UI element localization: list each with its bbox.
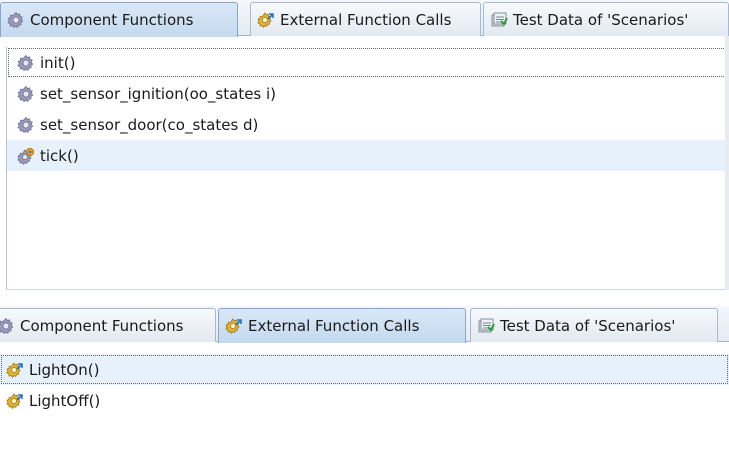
gear-icon [17,85,35,103]
tab-test-data-scenarios[interactable]: Test Data of 'Scenarios' [470,308,718,342]
list-item-set-sensor-ignition[interactable]: set_sensor_ignition(oo_states i) [7,78,729,109]
tab-label: Component Functions [20,316,184,335]
list-item-tick[interactable]: tick() [7,140,729,171]
list-item-lightoff[interactable]: LightOff() [0,385,729,416]
external-function-list: LightOn() LightOff() [0,354,729,463]
external-call-icon [225,317,243,335]
external-call-icon [6,392,24,410]
function-label: set_sensor_door(co_states d) [40,115,259,134]
function-label: tick() [40,146,79,165]
function-label: init() [40,53,76,72]
tab-label: Component Functions [30,11,194,29]
bottom-tab-bar: Component Functions External Function Ca… [0,306,729,343]
tab-label: External Function Calls [248,317,420,335]
scrollbar[interactable] [725,36,729,290]
test-data-icon [477,317,495,335]
component-function-list: init() set_sensor_ignition(oo_states i) … [6,47,729,290]
external-call-icon [257,11,275,29]
gear-icon [7,11,25,29]
component-functions-panel: Component Functions External Function Ca… [0,0,729,290]
function-label: LightOff() [29,391,101,410]
tab-external-function-calls[interactable]: External Function Calls [250,2,481,36]
tab-component-functions[interactable]: Component Functions [0,2,238,37]
tab-test-data-scenarios[interactable]: Test Data of 'Scenarios' [483,2,729,36]
gear-icon [17,116,35,134]
list-item-init[interactable]: init() [7,47,729,78]
tab-label: Test Data of 'Scenarios' [513,10,689,29]
gear-icon [0,317,15,335]
top-tab-bar: Component Functions External Function Ca… [0,0,729,37]
gear-call-icon [17,147,35,165]
test-data-icon [490,11,508,29]
function-label: set_sensor_ignition(oo_states i) [40,84,277,103]
list-item-lighton[interactable]: LightOn() [0,354,729,385]
tab-label: Test Data of 'Scenarios' [500,316,676,335]
external-function-calls-panel: Component Functions External Function Ca… [0,306,729,463]
tab-component-functions[interactable]: Component Functions [0,308,216,342]
tab-label: External Function Calls [280,10,452,29]
external-call-icon [6,361,24,379]
tab-external-function-calls[interactable]: External Function Calls [218,308,466,343]
gear-icon [17,54,35,72]
function-label: LightOn() [29,360,100,379]
list-item-set-sensor-door[interactable]: set_sensor_door(co_states d) [7,109,729,140]
